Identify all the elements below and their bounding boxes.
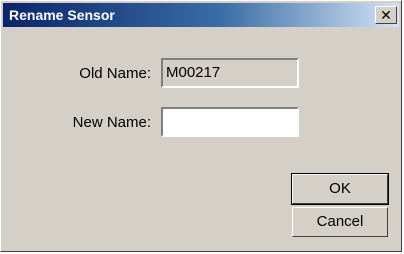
cancel-button[interactable]: Cancel (292, 207, 388, 237)
ok-button[interactable]: OK (291, 173, 389, 205)
window-title: Rename Sensor (9, 7, 115, 23)
old-name-label: Old Name: (79, 65, 151, 82)
new-name-input[interactable] (161, 107, 299, 137)
old-name-field: M00217 (161, 58, 299, 88)
rename-sensor-dialog: Rename Sensor ✕ Old Name: M00217 New Nam… (0, 0, 402, 252)
title-bar[interactable]: Rename Sensor ✕ (3, 3, 399, 27)
new-name-label: New Name: (72, 114, 151, 131)
close-button[interactable]: ✕ (375, 6, 397, 24)
close-icon: ✕ (380, 7, 392, 23)
